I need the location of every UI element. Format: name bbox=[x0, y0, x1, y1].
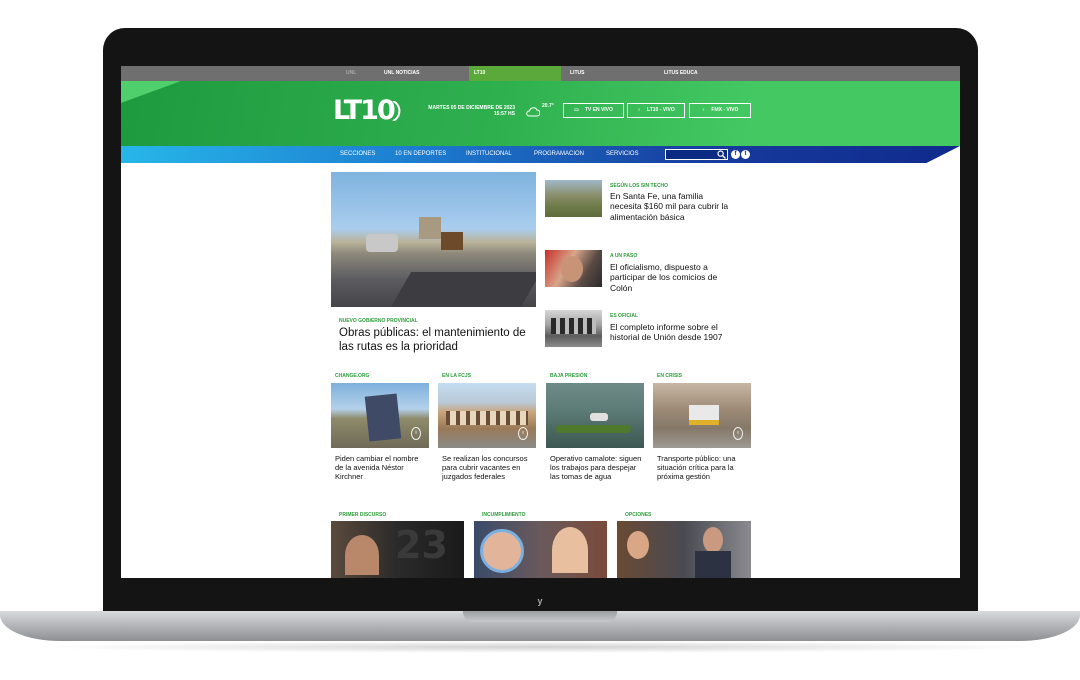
nav-institucional[interactable]: INSTITUCIONAL bbox=[466, 146, 512, 163]
tab-litus[interactable]: LITUS bbox=[565, 66, 655, 81]
radio-waves-icon bbox=[388, 101, 401, 121]
search-icon[interactable] bbox=[717, 150, 726, 159]
lt10-vivo-button[interactable]: ♁ LT10 - VIVO bbox=[627, 103, 685, 118]
network-topbar: UNL UNL NOTICIAS LT10 LITUS LITUS EDUCA bbox=[121, 66, 960, 81]
tv-en-vivo-button[interactable]: ▭ TV EN VIVO bbox=[563, 103, 624, 118]
main-story-kicker: NUEVO GOBIERNO PROVINCIAL bbox=[339, 318, 418, 324]
side-story-title-1[interactable]: En Santa Fe, una familia necesita $160 m… bbox=[610, 191, 730, 222]
date-time: MARTES 05 DE DICIEMBRE DE 2023 15:57 HS bbox=[417, 105, 515, 117]
grid-story-image-1[interactable]: ♁ bbox=[331, 383, 429, 448]
fmx-vivo-button[interactable]: ♁ FMX - VIVO bbox=[689, 103, 751, 118]
bottom-story-image-3[interactable] bbox=[617, 521, 751, 578]
main-story-image[interactable] bbox=[331, 172, 536, 307]
side-story-kicker-3: ES OFICIAL bbox=[610, 313, 639, 319]
tab-lt10[interactable]: LT10 bbox=[469, 66, 561, 81]
tab-litus-educa[interactable]: LITUS EDUCA bbox=[659, 66, 749, 81]
microphone-icon: ♁ bbox=[518, 427, 528, 440]
bottom-story-kicker-1: PRIMER DISCURSO bbox=[339, 512, 387, 518]
grid-story-title-3[interactable]: Operativo camalote: siguen los trabajos … bbox=[550, 454, 642, 481]
grid-story-kicker-3: BAJA PRESIÓN bbox=[550, 373, 588, 379]
tab-unl[interactable]: UNL bbox=[341, 66, 371, 81]
side-story-title-3[interactable]: El completo informe sobre el historial d… bbox=[610, 322, 730, 343]
grid-story-image-2[interactable]: ♁ bbox=[438, 383, 536, 448]
twitter-icon[interactable]: t bbox=[741, 150, 750, 159]
grid-story-kicker-4: EN CRISIS bbox=[657, 373, 683, 379]
side-story-image-2[interactable] bbox=[545, 250, 602, 287]
nav-deportes[interactable]: 10 EN DEPORTES bbox=[395, 146, 446, 163]
grid-story-title-1[interactable]: Piden cambiar el nombre de la avenida Né… bbox=[335, 454, 427, 481]
microphone-icon: ♁ bbox=[411, 427, 421, 440]
header-corner-accent bbox=[121, 81, 181, 103]
weather-widget: 20.7° bbox=[526, 103, 566, 119]
main-nav: SECCIONES 10 EN DEPORTES INSTITUCIONAL P… bbox=[121, 146, 960, 163]
nav-secciones[interactable]: SECCIONES bbox=[340, 146, 375, 163]
cloud-icon bbox=[526, 107, 540, 117]
temperature: 20.7° bbox=[542, 103, 554, 109]
laptop-brand-logo: y bbox=[537, 596, 543, 606]
laptop-shadow bbox=[30, 641, 1050, 653]
microphone-icon: ♁ bbox=[733, 427, 743, 440]
side-story-kicker-2: A UN PASO bbox=[610, 253, 638, 259]
browser-screen: UNL UNL NOTICIAS LT10 LITUS LITUS EDUCA … bbox=[121, 66, 960, 578]
lt10-logo[interactable]: LT10 bbox=[333, 95, 403, 127]
tab-unl-noticias[interactable]: UNL NOTICIAS bbox=[379, 66, 469, 81]
bottom-story-kicker-2: INCUMPLIMIENTO bbox=[482, 512, 526, 518]
current-time: 15:57 HS bbox=[493, 111, 515, 117]
tv-icon: ▭ bbox=[574, 107, 579, 113]
side-story-title-2[interactable]: El oficialismo, dispuesto a participar d… bbox=[610, 262, 730, 293]
nav-servicios[interactable]: SERVICIOS bbox=[606, 146, 639, 163]
bottom-story-image-1[interactable]: 23 bbox=[331, 521, 464, 578]
main-story-title[interactable]: Obras públicas: el mantenimiento de las … bbox=[339, 326, 534, 354]
bottom-story-kicker-3: OPCIONES bbox=[625, 512, 652, 518]
nav-programacion[interactable]: PROGRAMACION bbox=[534, 146, 584, 163]
grid-story-image-3[interactable] bbox=[546, 383, 644, 448]
grid-story-kicker-1: CHANGE.ORG bbox=[335, 373, 370, 379]
microphone-icon: ♁ bbox=[701, 107, 706, 113]
microphone-icon: ♁ bbox=[637, 107, 642, 113]
grid-story-image-4[interactable]: ♁ bbox=[653, 383, 751, 448]
side-story-image-3[interactable] bbox=[545, 310, 602, 347]
site-header: LT10 MARTES 05 DE DICIEMBRE DE 2023 15:5… bbox=[121, 81, 960, 146]
side-story-kicker-1: SEGÚN LOS SIN TECHO bbox=[610, 183, 669, 189]
laptop-notch bbox=[463, 611, 617, 622]
grid-story-title-4[interactable]: Transporte público: una situación crític… bbox=[657, 454, 749, 481]
side-story-image-1[interactable] bbox=[545, 180, 602, 217]
grid-story-kicker-2: EN LA FCJS bbox=[442, 373, 471, 379]
grid-story-title-2[interactable]: Se realizan los concursos para cubrir va… bbox=[442, 454, 534, 481]
bottom-story-image-2[interactable] bbox=[474, 521, 607, 578]
facebook-icon[interactable]: f bbox=[731, 150, 740, 159]
